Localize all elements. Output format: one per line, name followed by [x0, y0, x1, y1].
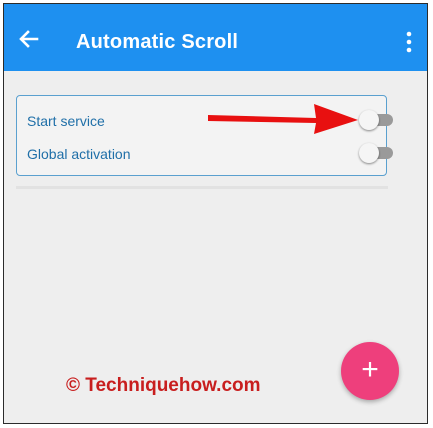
setting-label-global-activation: Global activation	[27, 146, 131, 162]
app-screen: Automatic Scroll Start service Global ac…	[3, 3, 428, 424]
global-activation-toggle[interactable]	[359, 142, 395, 164]
red-arrow-annotation	[208, 104, 358, 134]
more-vert-icon	[406, 31, 412, 53]
add-button[interactable]: +	[341, 342, 399, 400]
app-bar: Automatic Scroll	[4, 4, 427, 71]
page-title: Automatic Scroll	[76, 31, 239, 53]
setting-label-start-service: Start service	[27, 113, 105, 129]
start-service-toggle[interactable]	[359, 109, 395, 131]
overflow-menu-button[interactable]	[401, 29, 417, 55]
watermark: © Techniquehow.com	[66, 375, 261, 396]
toggle-thumb	[359, 143, 379, 163]
arrow-left-icon	[19, 30, 39, 48]
divider	[16, 186, 388, 189]
back-button[interactable]	[16, 26, 42, 52]
